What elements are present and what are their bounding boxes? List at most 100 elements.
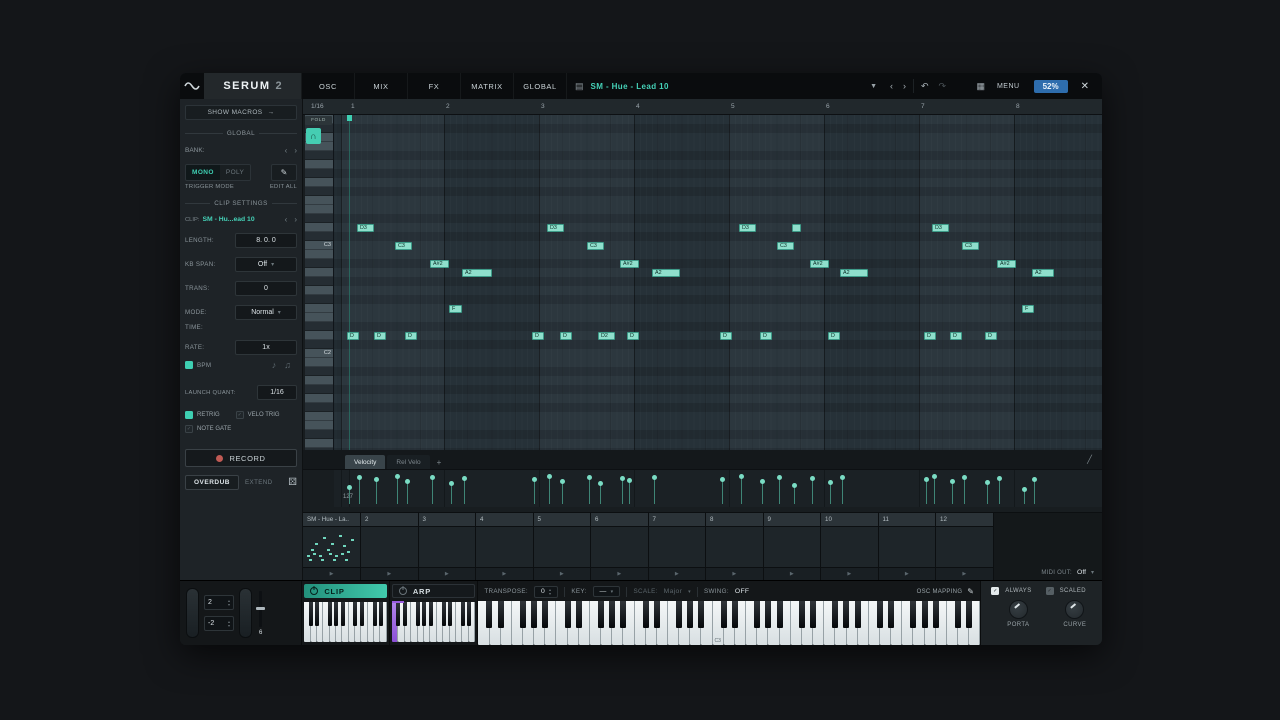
velocity-point[interactable] <box>587 475 592 480</box>
velocity-point[interactable] <box>347 485 352 490</box>
keyboard-black-key[interactable] <box>576 601 582 628</box>
next-preset-button[interactable]: › <box>898 73 911 99</box>
piano-roll-key[interactable] <box>305 268 333 277</box>
piano-roll-key[interactable] <box>305 286 333 295</box>
keyboard-black-key[interactable] <box>810 601 816 628</box>
mono-button[interactable]: MONO <box>186 165 220 180</box>
clip-play-button[interactable]: ▶ <box>905 571 909 577</box>
midi-note[interactable]: D <box>924 332 936 340</box>
keyboard-black-key[interactable] <box>486 601 492 628</box>
velocity-point[interactable] <box>547 474 552 479</box>
midi-note[interactable]: D3 <box>739 224 756 232</box>
scaled-checkbox[interactable]: ✓ <box>1046 587 1054 595</box>
clip-name-value[interactable]: SM - Hu...ead 10 <box>203 216 255 223</box>
midi-note[interactable]: F <box>1022 305 1034 313</box>
clip-slot-body[interactable] <box>361 527 418 567</box>
velocity-lane[interactable]: 127 <box>334 470 1102 507</box>
velocity-point[interactable] <box>924 477 929 482</box>
snap-value[interactable]: 1/16 <box>311 103 324 110</box>
velocity-point[interactable] <box>560 479 565 484</box>
tab-global[interactable]: GLOBAL <box>514 73 567 99</box>
clip-play-button[interactable]: ▶ <box>675 571 679 577</box>
midi-note[interactable]: D3 <box>932 224 949 232</box>
mono-poly-toggle[interactable]: MONO POLY <box>185 164 251 181</box>
piano-roll-key[interactable] <box>305 232 333 241</box>
velocity-point[interactable] <box>760 479 765 484</box>
clip-slot[interactable]: 8▶ <box>706 513 764 580</box>
keyboard-black-key[interactable] <box>910 601 916 628</box>
keyboard-black-key[interactable] <box>922 601 928 628</box>
piano-roll-key[interactable]: C3 <box>305 241 333 250</box>
keyboard-black-key[interactable] <box>429 602 433 626</box>
velocity-point[interactable] <box>739 474 744 479</box>
keyboard-black-key[interactable] <box>315 602 319 626</box>
piano-roll-key[interactable] <box>305 430 333 439</box>
velocity-point[interactable] <box>777 475 782 480</box>
mod-wheel[interactable] <box>239 588 252 638</box>
clip-play-button[interactable]: ▶ <box>962 571 966 577</box>
velocity-point[interactable] <box>985 480 990 485</box>
midi-note[interactable]: D <box>405 332 417 340</box>
scale-select[interactable]: Major <box>664 588 683 595</box>
midi-note[interactable]: D <box>560 332 572 340</box>
velocity-point[interactable] <box>720 477 725 482</box>
keyboard-black-key[interactable] <box>955 601 961 628</box>
keyboard-black-key[interactable] <box>498 601 504 628</box>
tab-fx[interactable]: FX <box>408 73 461 99</box>
piano-roll-key[interactable] <box>305 385 333 394</box>
note-gate-checkbox[interactable]: ✓ <box>185 425 193 433</box>
piano-roll-key[interactable] <box>305 313 333 322</box>
clip-slot-body[interactable] <box>821 527 878 567</box>
velocity-point[interactable] <box>374 477 379 482</box>
keyboard-black-key[interactable] <box>328 602 332 626</box>
velocity-point[interactable] <box>1032 477 1037 482</box>
porta-knob[interactable] <box>1009 600 1028 619</box>
piano-roll-key[interactable] <box>305 376 333 385</box>
midi-note[interactable]: D3 <box>547 224 564 232</box>
piano-roll-key[interactable] <box>305 205 333 214</box>
clip-slot[interactable]: SM - Hue - La..▶ <box>303 513 361 580</box>
retrig-checkbox[interactable] <box>185 411 193 419</box>
tab-rel-velo[interactable]: Rel Velo <box>387 455 429 469</box>
redo-button[interactable]: ↷ <box>934 73 952 99</box>
piano-roll-key[interactable] <box>305 196 333 205</box>
clip-slot-body[interactable] <box>591 527 648 567</box>
keyboard-black-key[interactable] <box>676 601 682 628</box>
keyboard-black-key[interactable] <box>966 601 972 628</box>
tab-velocity[interactable]: Velocity <box>345 455 385 469</box>
keyboard-black-key[interactable] <box>799 601 805 628</box>
midi-note[interactable]: D <box>374 332 386 340</box>
midi-out-value[interactable]: Off <box>1077 569 1086 576</box>
midi-note[interactable]: D <box>828 332 840 340</box>
clip-slot-body[interactable] <box>419 527 476 567</box>
power-icon[interactable] <box>399 587 407 595</box>
clip-slot-body[interactable] <box>534 527 591 567</box>
keyboard-black-key[interactable] <box>721 601 727 628</box>
piano-roll-key[interactable] <box>305 160 333 169</box>
piano-roll-key[interactable] <box>305 439 333 448</box>
piano-roll-key[interactable] <box>305 394 333 403</box>
clip-mini-keyboard[interactable] <box>304 602 387 642</box>
velo-trig-checkbox[interactable]: ✓ <box>236 411 244 419</box>
piano-roll-key[interactable] <box>305 340 333 349</box>
keyboard-black-key[interactable] <box>334 602 338 626</box>
rate-input[interactable]: 1x <box>235 340 297 355</box>
piano-roll-key[interactable]: C2 <box>305 349 333 358</box>
arp-mini-keyboard[interactable] <box>392 602 476 642</box>
clip-prev-button[interactable]: ‹ <box>285 215 288 224</box>
clip-play-button[interactable]: ▶ <box>560 571 564 577</box>
velocity-point[interactable] <box>950 479 955 484</box>
midi-note[interactable]: C3 <box>777 242 794 250</box>
clip-play-button[interactable]: ▶ <box>790 571 794 577</box>
clip-slot[interactable]: 7▶ <box>649 513 707 580</box>
trans-input[interactable]: 0 <box>235 281 297 296</box>
piano-roll-key[interactable] <box>305 322 333 331</box>
piano-roll-key[interactable] <box>305 277 333 286</box>
midi-note[interactable]: A#2 <box>430 260 449 268</box>
clip-play-button[interactable]: ▶ <box>445 571 449 577</box>
velocity-point[interactable] <box>462 476 467 481</box>
clip-slot-body[interactable] <box>303 527 360 567</box>
clip-slot[interactable]: 2▶ <box>361 513 419 580</box>
clip-slot[interactable]: 6▶ <box>591 513 649 580</box>
length-input[interactable]: 8. 0. 0 <box>235 233 297 248</box>
